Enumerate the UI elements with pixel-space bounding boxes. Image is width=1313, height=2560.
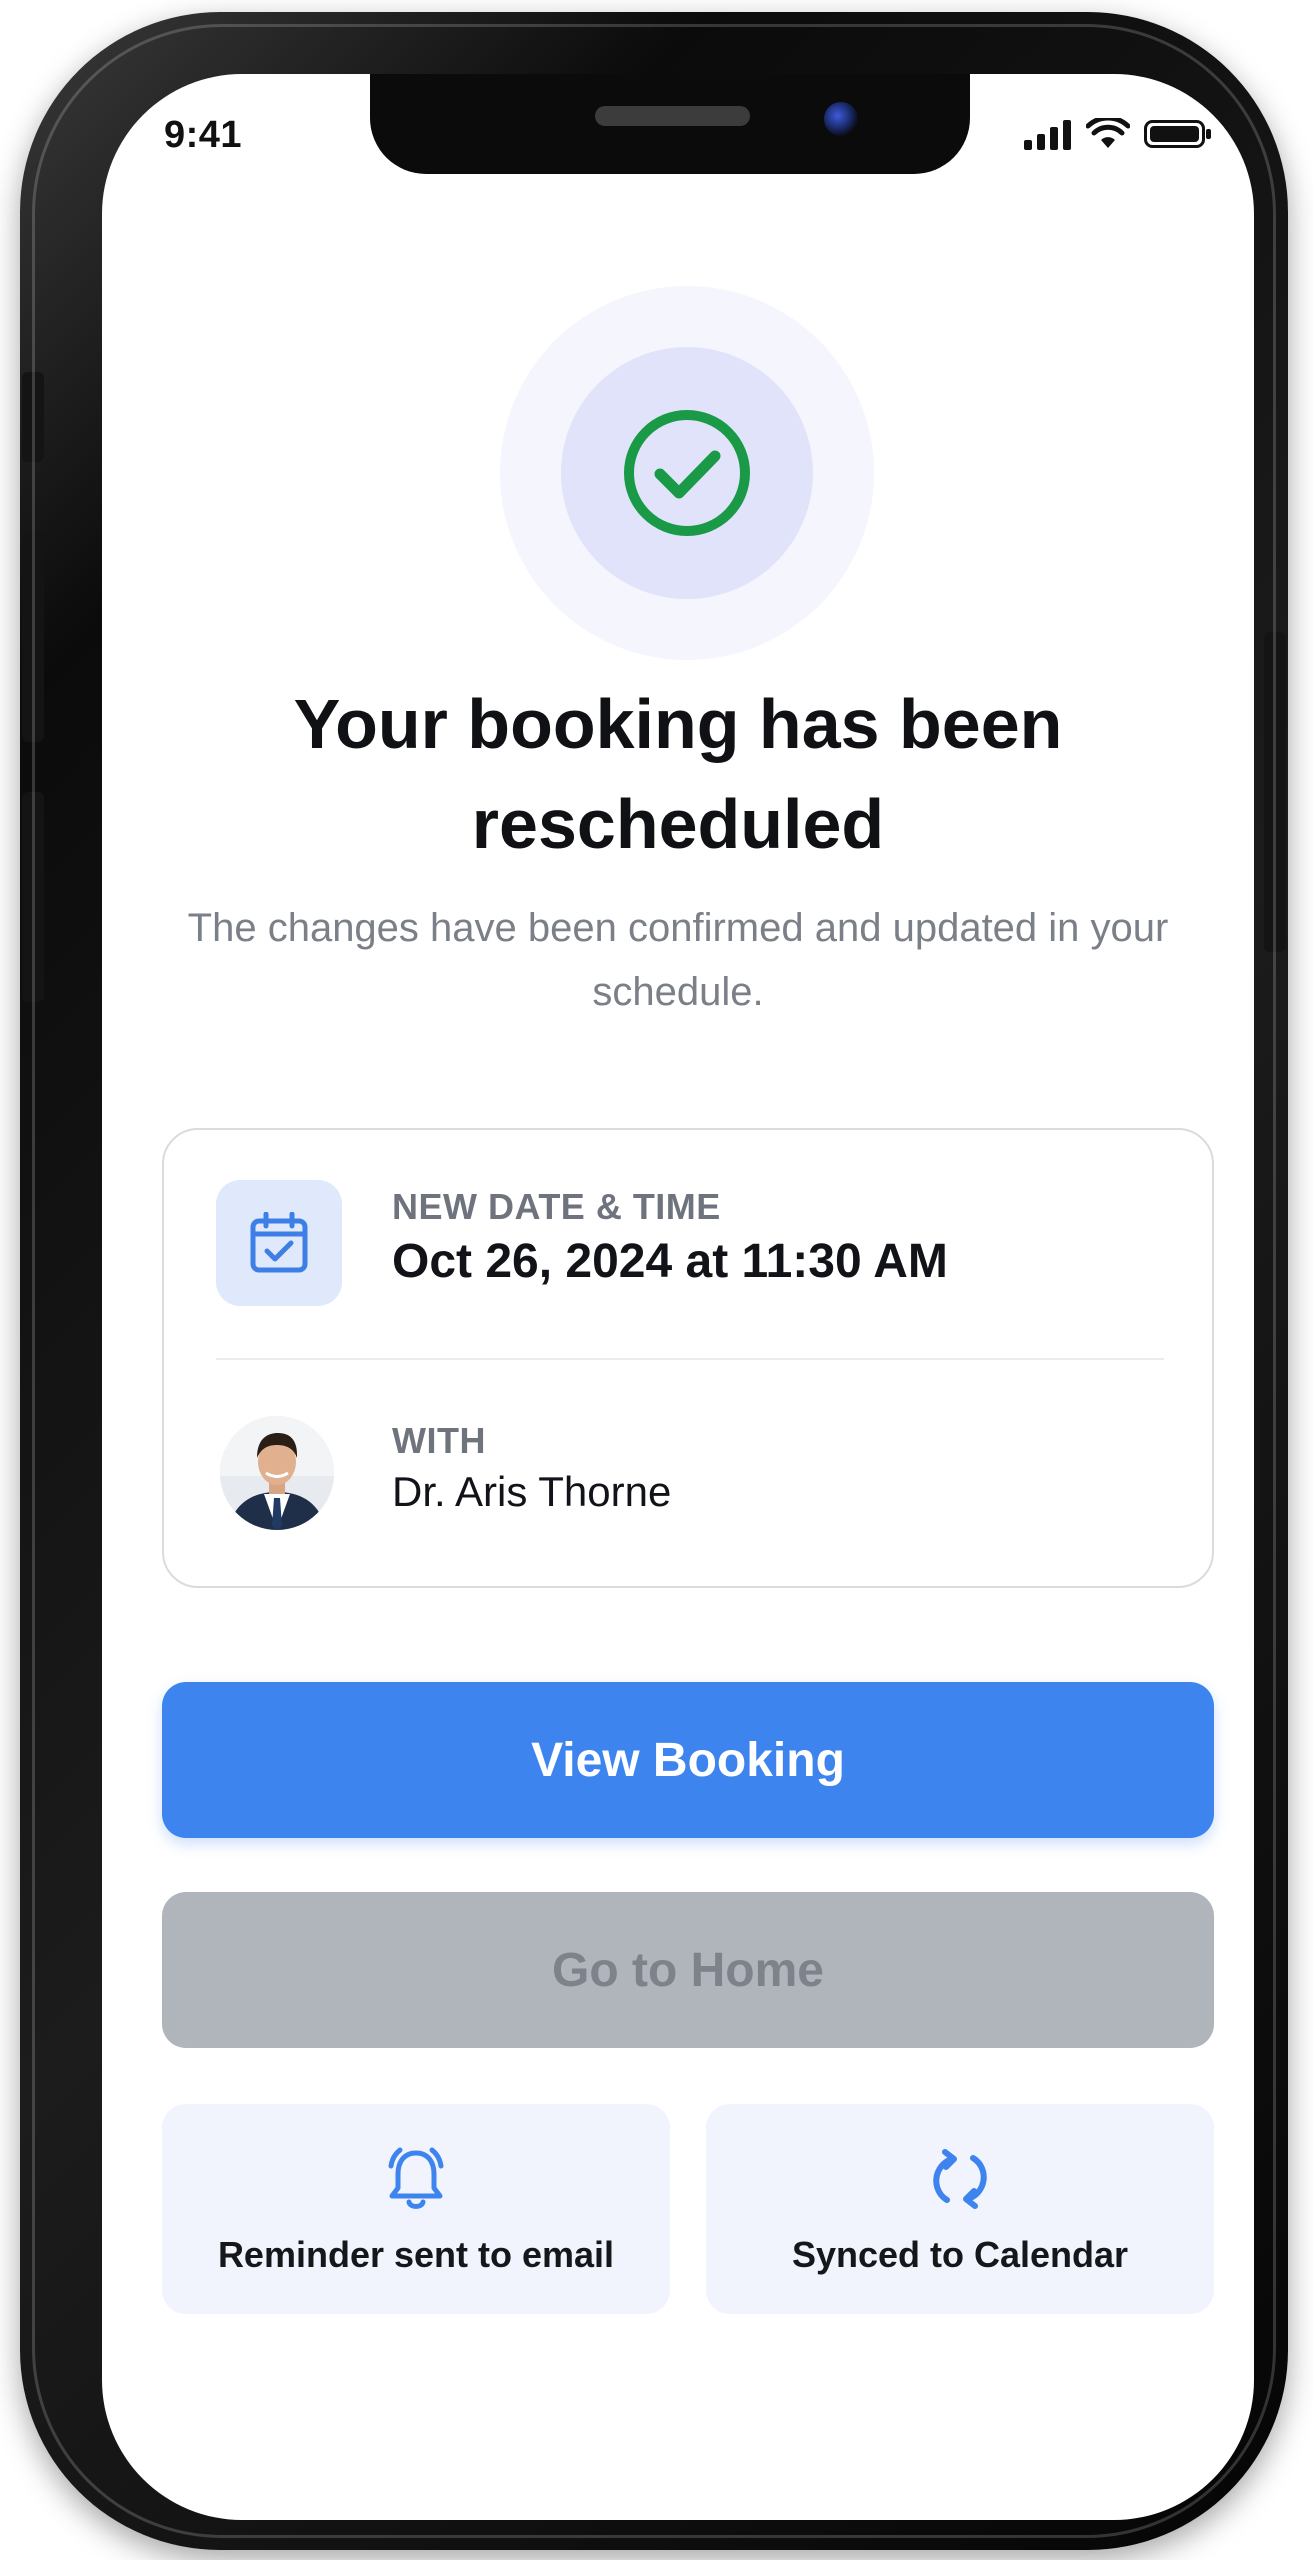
- calendar-check-icon: [250, 1212, 308, 1273]
- power-button: [1264, 632, 1286, 952]
- mute-switch: [22, 372, 44, 462]
- date-time-label: NEW DATE & TIME: [392, 1186, 721, 1227]
- battery-icon: [1144, 120, 1211, 148]
- sync-icon: [933, 2149, 987, 2209]
- card-divider: [216, 1358, 1164, 1360]
- provider-avatar: [220, 1416, 334, 1530]
- notch: [370, 74, 970, 174]
- front-camera: [824, 102, 858, 136]
- provider-photo: [220, 1416, 334, 1530]
- cellular-signal-icon: [1024, 120, 1071, 150]
- status-icons: [1024, 118, 1212, 150]
- go-to-home-button[interactable]: Go to Home: [162, 1892, 1214, 2048]
- provider-name: Dr. Aris Thorne: [392, 1468, 672, 1515]
- page-subtitle: The changes have been confirmed and upda…: [187, 906, 1169, 1014]
- provider-label: WITH: [392, 1420, 486, 1461]
- booking-details-card: NEW DATE & TIME Oct 26, 2024 at 11:30 AM…: [162, 1128, 1214, 1588]
- bell-icon: [388, 2147, 444, 2209]
- phone-screen: 9:41 Your booking has been rescheduled T…: [102, 74, 1254, 2520]
- reminder-tile: Reminder sent to email: [162, 2104, 670, 2314]
- calendar-sync-tile: Synced to Calendar: [706, 2104, 1214, 2314]
- volume-up-button: [22, 532, 44, 742]
- check-circle-icon: [624, 410, 750, 536]
- reminder-label: Reminder sent to email: [217, 2234, 615, 2275]
- wifi-icon: [1086, 118, 1130, 148]
- volume-down-button: [22, 792, 44, 1002]
- view-booking-button[interactable]: View Booking: [162, 1682, 1214, 1838]
- calendar-sync-label: Synced to Calendar: [791, 2234, 1129, 2275]
- phone-frame: 9:41 Your booking has been rescheduled T…: [20, 12, 1288, 2550]
- status-time: 9:41: [164, 114, 243, 156]
- calendar-icon-tile: [216, 1180, 342, 1306]
- page-title: Your booking has been rescheduled: [293, 685, 1063, 863]
- speaker-grille: [595, 106, 750, 126]
- date-time-value: Oct 26, 2024 at 11:30 AM: [392, 1235, 948, 1288]
